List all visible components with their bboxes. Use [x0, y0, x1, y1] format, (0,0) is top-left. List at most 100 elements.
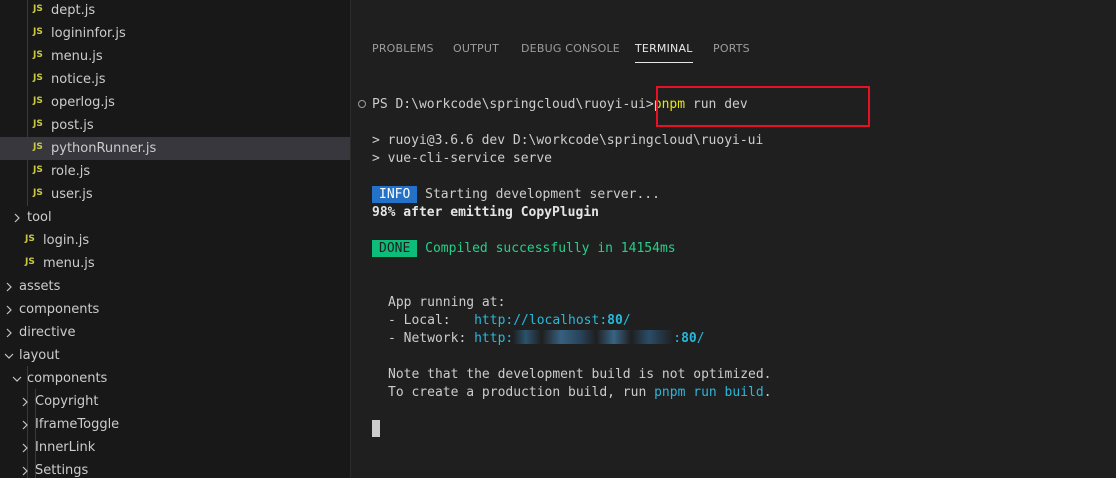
note-line: Note that the development build is not o…: [388, 367, 772, 382]
chevron-right-icon[interactable]: [4, 328, 14, 338]
explorer-item-label: InnerLink: [35, 440, 96, 455]
explorer-item-label: role.js: [51, 164, 91, 179]
script-line-2: > vue-cli-service serve: [372, 151, 553, 166]
local-url-prefix: http://localhost:: [474, 313, 608, 328]
terminal-cursor: [372, 420, 380, 437]
explorer-file-item[interactable]: JS role.js: [0, 160, 350, 183]
local-url-suffix: /: [622, 313, 631, 328]
done-badge: DONE: [372, 240, 418, 257]
network-label: - Network:: [388, 331, 475, 346]
chevron-right-icon[interactable]: [20, 443, 30, 453]
js-file-icon: JS: [33, 119, 43, 129]
explorer-file-item[interactable]: JS login.js: [0, 229, 350, 252]
tab-ports[interactable]: PORTS: [713, 40, 750, 62]
prod-line-prefix: To create a production build, run: [388, 385, 655, 400]
explorer-file-item[interactable]: JS user.js: [0, 183, 350, 206]
explorer-file-item[interactable]: JS menu.js: [0, 252, 350, 275]
js-file-icon: JS: [33, 188, 43, 198]
chevron-right-icon[interactable]: [20, 420, 30, 430]
explorer-item-label: components: [19, 302, 100, 317]
explorer-item-label: Copyright: [35, 394, 99, 409]
explorer-item-label: operlog.js: [51, 95, 115, 110]
explorer-item-label: notice.js: [51, 72, 106, 87]
explorer-item-label: login.js: [43, 233, 90, 248]
network-url-suffix: /: [696, 331, 705, 346]
explorer-item-label: pythonRunner.js: [51, 141, 157, 156]
explorer-file-item[interactable]: JS notice.js: [0, 68, 350, 91]
explorer-folder-item[interactable]: layout: [0, 344, 350, 367]
js-file-icon: JS: [25, 257, 35, 267]
explorer-file-item[interactable]: JS post.js: [0, 114, 350, 137]
bottom-panel: PROBLEMS OUTPUT DEBUG CONSOLE TERMINAL PORTS: [351, 0, 1116, 478]
network-url-line: - Network: http::80/: [388, 330, 705, 348]
explorer-item-label: assets: [19, 279, 61, 294]
chevron-right-icon[interactable]: [12, 213, 22, 223]
explorer-file-item[interactable]: JS pythonRunner.js: [0, 137, 350, 160]
explorer-folder-item[interactable]: Copyright: [0, 390, 350, 413]
chevron-right-icon[interactable]: [20, 466, 30, 476]
js-file-icon: JS: [33, 27, 43, 37]
script-line-1: > ruoyi@3.6.6 dev D:\workcode\springclou…: [372, 133, 764, 148]
done-line: DONE Compiled successfully in 14154ms: [372, 240, 676, 258]
explorer-folder-item[interactable]: directive: [0, 321, 350, 344]
explorer-file-item[interactable]: JS operlog.js: [0, 91, 350, 114]
prod-line-suffix: .: [763, 385, 772, 400]
explorer-folder-item[interactable]: tool: [0, 206, 350, 229]
redacted-ip-blur: [513, 330, 674, 344]
network-url-prefix: http:: [474, 331, 514, 346]
explorer-item-label: layout: [19, 348, 60, 363]
info-text: Starting development server...: [417, 187, 660, 202]
explorer-item-label: tool: [27, 210, 52, 225]
progress-line: 98% after emitting CopyPlugin: [372, 205, 599, 220]
explorer-item-label: directive: [19, 325, 76, 340]
js-file-icon: JS: [33, 4, 43, 14]
js-file-icon: JS: [33, 73, 43, 83]
local-url[interactable]: http://localhost:80/: [474, 313, 631, 328]
explorer-item-label: IframeToggle: [35, 417, 120, 432]
chevron-right-icon[interactable]: [4, 282, 14, 292]
command-status-circle-icon[interactable]: [358, 100, 366, 108]
js-file-icon: JS: [33, 165, 43, 175]
local-port: 80: [607, 313, 623, 328]
tab-problems[interactable]: PROBLEMS: [372, 40, 434, 62]
explorer-item-label: Settings: [35, 463, 89, 478]
chevron-right-icon[interactable]: [20, 397, 30, 407]
local-label: - Local:: [388, 313, 475, 328]
explorer-folder-item[interactable]: IframeToggle: [0, 413, 350, 436]
network-port: 80: [681, 331, 697, 346]
explorer-folder-item[interactable]: components: [0, 298, 350, 321]
explorer-item-label: menu.js: [43, 256, 95, 271]
tab-output[interactable]: OUTPUT: [453, 40, 499, 62]
tab-terminal[interactable]: TERMINAL: [635, 40, 693, 63]
js-file-icon: JS: [33, 50, 43, 60]
explorer-file-item[interactable]: JS menu.js: [0, 45, 350, 68]
info-line: INFO Starting development server...: [372, 186, 660, 204]
network-port-prefix: :: [673, 331, 682, 346]
explorer-item-label: dept.js: [51, 3, 96, 18]
explorer-file-item[interactable]: JS logininfor.js: [0, 22, 350, 45]
tab-debug-console[interactable]: DEBUG CONSOLE: [521, 40, 620, 62]
explorer-folder-item[interactable]: components: [0, 367, 350, 390]
explorer-folder-item[interactable]: assets: [0, 275, 350, 298]
chevron-down-icon[interactable]: [12, 374, 22, 384]
prod-command: pnpm run build: [654, 385, 764, 400]
explorer-folder-item[interactable]: Settings: [0, 459, 350, 478]
explorer-sidebar: JS dept.js JS logininfor.js JS menu.js JS notic…: [0, 0, 351, 478]
chevron-right-icon[interactable]: [4, 305, 14, 315]
local-url-line: - Local: http://localhost:80/: [388, 312, 631, 330]
panel-tabs: PROBLEMS OUTPUT DEBUG CONSOLE TERMINAL PORTS: [351, 40, 1116, 63]
done-text: Compiled successfully in 14154ms: [417, 241, 676, 256]
app-running-line: App running at:: [388, 295, 506, 310]
prompt-path: PS D:\workcode\springcloud\ruoyi-ui>: [372, 97, 654, 112]
network-url[interactable]: http::80/: [474, 330, 705, 346]
explorer-item-label: logininfor.js: [51, 26, 126, 41]
explorer-item-label: post.js: [51, 118, 94, 133]
explorer-item-label: menu.js: [51, 49, 103, 64]
explorer-item-label: user.js: [51, 187, 93, 202]
explorer-file-item[interactable]: JS dept.js: [0, 0, 350, 22]
chevron-down-icon[interactable]: [4, 351, 14, 361]
explorer-folder-item[interactable]: InnerLink: [0, 436, 350, 459]
info-badge: INFO: [372, 186, 418, 203]
prod-build-line: To create a production build, run pnpm r…: [388, 384, 772, 402]
command-highlight-box: [656, 86, 870, 127]
